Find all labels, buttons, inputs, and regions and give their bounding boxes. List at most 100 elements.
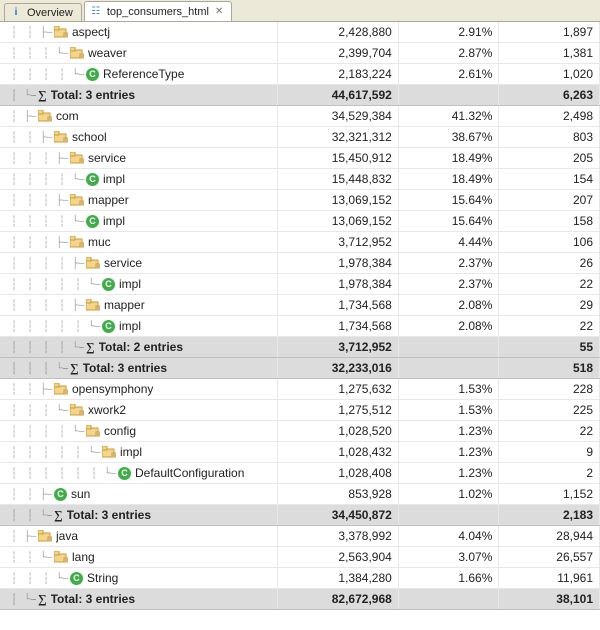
tree-guide-icon [38,568,54,588]
cell-c2: 1,734,568 [278,316,399,337]
tree-branch-icon: └– [38,547,54,567]
tree-guide-icon [38,400,54,420]
tree-row[interactable]: ├–java3,378,9924.04%28,944 [0,526,600,547]
tree-guide-icon [6,337,22,357]
cell-c3: 1.23% [398,463,499,484]
tree-row[interactable]: └–Cimpl15,448,83218.49%154 [0,169,600,190]
cell-c3: 2.87% [398,43,499,64]
total-row[interactable]: └–∑Total: 3 entries32,233,016518 [0,358,600,379]
cell-c3: 18.49% [398,148,499,169]
tree-row[interactable]: ├–mapper1,734,5682.08%29 [0,295,600,316]
cell-c2: 1,028,520 [278,421,399,442]
tree-branch-icon: ├– [38,484,54,504]
total-row[interactable]: └–∑Total: 3 entries34,450,8722,183 [0,505,600,526]
class-icon: C [54,488,67,501]
tree-row[interactable]: ├–service15,450,91218.49%205 [0,148,600,169]
package-icon [70,235,84,249]
tree-guide-icon [54,274,70,294]
tree-guide-icon [38,43,54,63]
tree-row[interactable]: ├–mapper13,069,15215.64%207 [0,190,600,211]
node-label: mapper [88,193,129,207]
tree-row[interactable]: └–config1,028,5201.23%22 [0,421,600,442]
tree-row[interactable]: └–Cimpl1,978,3842.37%22 [0,274,600,295]
tree-row[interactable]: ├–service1,978,3842.37%26 [0,253,600,274]
cell-c3 [398,358,499,379]
tree-branch-icon: └– [86,274,102,294]
tree-row[interactable]: └–weaver2,399,7042.87%1,381 [0,43,600,64]
tree-row[interactable]: └–impl1,028,4321.23%9 [0,442,600,463]
cell-c2: 15,450,912 [278,148,399,169]
cell-c3: 15.64% [398,211,499,232]
sigma-icon: ∑ [70,361,79,376]
tree-guide-icon [22,505,38,525]
total-label: Total: 3 entries [51,592,135,606]
tree-guide-icon [6,547,22,567]
tab-overview[interactable]: i Overview [4,3,82,21]
tree-row[interactable]: └–xwork21,275,5121.53%225 [0,400,600,421]
total-row[interactable]: └–∑Total: 3 entries82,672,96838,101 [0,589,600,610]
cell-c3: 38.67% [398,127,499,148]
package-icon [86,256,100,270]
cell-c4: 207 [499,190,600,211]
package-icon [102,445,116,459]
package-icon [70,46,84,60]
sigma-icon: ∑ [54,508,63,523]
tree-row[interactable]: ├–school32,321,31238.67%803 [0,127,600,148]
tree-row[interactable]: ├–muc3,712,9524.44%106 [0,232,600,253]
cell-c3: 3.07% [398,547,499,568]
tree-row[interactable]: └–CReferenceType2,183,2242.61%1,020 [0,64,600,85]
cell-c2: 2,563,904 [278,547,399,568]
node-label: lang [72,550,95,564]
tree-row[interactable]: ├–aspectj2,428,8802.91%1,897 [0,22,600,43]
tree-row[interactable]: ├–opensymphony1,275,6321.53%228 [0,379,600,400]
cell-c4: 55 [499,337,600,358]
tree-guide-icon [6,274,22,294]
tree-branch-icon: └– [22,589,38,609]
cell-c2: 82,672,968 [278,589,399,610]
tree-guide-icon [22,274,38,294]
tree-row[interactable]: └–lang2,563,9043.07%26,557 [0,547,600,568]
tree-guide-icon [6,85,22,105]
cell-c4: 1,381 [499,43,600,64]
cell-c4: 1,020 [499,64,600,85]
cell-c2: 853,928 [278,484,399,505]
tree-row[interactable]: └–CString1,384,2801.66%11,961 [0,568,600,589]
node-label: java [56,529,78,543]
tree-row[interactable]: ├–com34,529,38441.32%2,498 [0,106,600,127]
tab-top-consumers[interactable]: ☷ top_consumers_html ✕ [84,1,233,21]
tree-guide-icon [22,484,38,504]
total-row[interactable]: └–∑Total: 2 entries3,712,95255 [0,337,600,358]
tree-branch-icon: └– [70,64,86,84]
cell-c2: 2,428,880 [278,22,399,43]
node-label: xwork2 [88,403,126,417]
cell-c4: 2 [499,463,600,484]
package-icon [70,403,84,417]
tree-branch-icon: ├– [70,253,86,273]
tree-guide-icon [6,400,22,420]
tree-row[interactable]: └–Cimpl1,734,5682.08%22 [0,316,600,337]
tree-guide-icon [6,64,22,84]
tree-guide-icon [38,316,54,336]
total-row[interactable]: └–∑Total: 3 entries44,617,5926,263 [0,85,600,106]
cell-c4: 26 [499,253,600,274]
tree-row[interactable]: ├–Csun853,9281.02%1,152 [0,484,600,505]
node-label: muc [88,235,111,249]
tree-guide-icon [6,253,22,273]
sigma-icon: ∑ [38,592,47,607]
info-icon: i [9,6,23,20]
cell-c3: 4.04% [398,526,499,547]
tree-branch-icon: └– [38,505,54,525]
package-icon [54,550,68,564]
tree-guide-icon [6,526,22,546]
tree-guide-icon [38,421,54,441]
package-icon [54,130,68,144]
tree-row[interactable]: └–CDefaultConfiguration1,028,4081.23%2 [0,463,600,484]
tree-guide-icon [22,358,38,378]
tree-guide-icon [6,169,22,189]
node-label: opensymphony [72,382,153,396]
total-label: Total: 3 entries [67,508,151,522]
tree-row[interactable]: └–Cimpl13,069,15215.64%158 [0,211,600,232]
tree-branch-icon: ├– [38,379,54,399]
tree-guide-icon [6,379,22,399]
close-icon[interactable]: ✕ [215,6,223,17]
